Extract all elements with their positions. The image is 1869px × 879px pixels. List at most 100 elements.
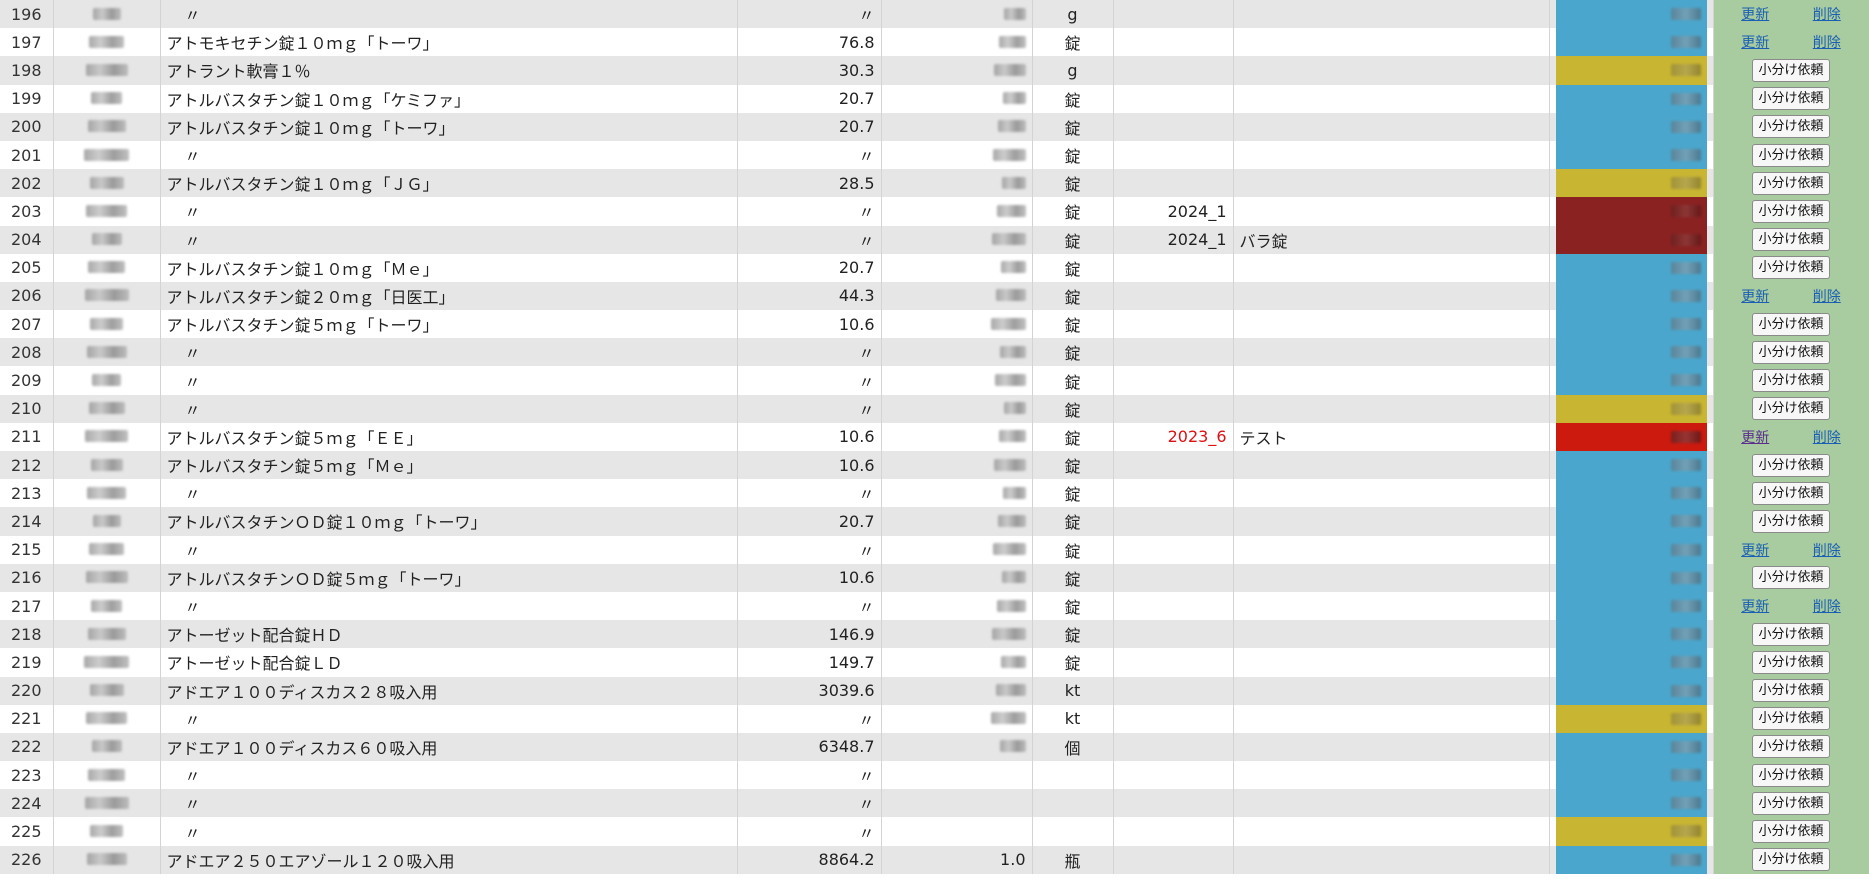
row-number: 215 [0,535,54,564]
delete-link[interactable]: 削除 [1813,286,1841,306]
redacted-code [91,599,122,612]
expiry-date [1113,140,1234,170]
action-cell: 小分け依頼 [1713,761,1869,790]
row-number: 217 [0,591,54,621]
split-request-button[interactable]: 小分け依頼 [1752,199,1830,223]
unit: 錠 [1032,338,1114,367]
action-cell: 小分け依頼 [1713,676,1869,705]
split-request-button[interactable]: 小分け依頼 [1752,650,1830,674]
redacted-status-value [1670,797,1701,810]
action-cell: 更新 削除 [1713,281,1869,311]
split-request-button[interactable]: 小分け依頼 [1752,622,1830,646]
delete-link[interactable]: 削除 [1813,32,1841,52]
update-link[interactable]: 更新 [1741,427,1769,447]
split-request-button[interactable]: 小分け依頼 [1752,143,1830,167]
quantity-cell [881,732,1033,762]
split-request-button[interactable]: 小分け依頼 [1752,848,1830,872]
drug-price: 〃 [737,394,882,423]
drug-price: 10.6 [737,451,882,480]
split-request-button[interactable]: 小分け依頼 [1752,340,1830,364]
redacted-quantity [997,514,1026,527]
split-request-button[interactable]: 小分け依頼 [1752,115,1830,139]
delete-link[interactable]: 削除 [1813,540,1841,560]
note [1233,789,1550,818]
split-request-button[interactable]: 小分け依頼 [1752,509,1830,533]
status-badge [1555,84,1707,113]
drug-name: 〃 [160,535,738,564]
update-link[interactable]: 更新 [1741,596,1769,616]
note [1233,817,1550,846]
delete-link[interactable]: 削除 [1813,596,1841,616]
split-request-button[interactable]: 小分け依頼 [1752,312,1830,336]
unit: 錠 [1032,422,1114,451]
table-row: 211 アトルバスタチン錠５ｍｇ「ＥＥ」 10.6 錠 2023_6 テスト 更新 削除 [0,422,1869,451]
unit: 錠 [1032,648,1114,677]
redacted-quantity [991,627,1026,640]
note [1233,28,1550,57]
action-cell: 小分け依頼 [1713,338,1869,367]
code-cell-redacted [53,648,161,677]
split-request-button[interactable]: 小分け依頼 [1752,369,1830,393]
status-cell [1549,394,1714,423]
unit: 瓶 [1032,845,1114,874]
unit [1032,789,1114,818]
table-row: 215 〃〃 錠 更新 削除 [0,535,1869,564]
split-request-button[interactable]: 小分け依頼 [1752,735,1830,759]
drug-price: 3039.6 [737,676,882,705]
split-request-button[interactable]: 小分け依頼 [1752,256,1830,280]
status-badge [1555,281,1707,311]
action-cell: 小分け依頼 [1713,507,1869,536]
action-cell: 小分け依頼 [1713,366,1869,395]
quantity-cell [881,761,1033,790]
drug-name: 〃 [160,338,738,367]
status-badge [1555,0,1707,29]
note [1233,84,1550,113]
action-cell: 更新 削除 [1713,591,1869,621]
delete-link[interactable]: 削除 [1813,427,1841,447]
split-request-button[interactable]: 小分け依頼 [1752,87,1830,111]
table-row: 210 〃〃 錠 小分け依頼 [0,394,1869,423]
split-request-button[interactable]: 小分け依頼 [1752,707,1830,731]
quantity-cell [881,169,1033,198]
redacted-code [85,571,128,584]
split-request-button[interactable]: 小分け依頼 [1752,820,1830,844]
row-number: 222 [0,732,54,762]
update-link[interactable]: 更新 [1741,32,1769,52]
update-link[interactable]: 更新 [1741,4,1769,24]
drug-name: アトルバスタチン錠５ｍｇ「ＥＥ」 [160,422,738,451]
redacted-quantity [998,430,1026,443]
split-request-button[interactable]: 小分け依頼 [1752,763,1830,787]
split-request-button[interactable]: 小分け依頼 [1752,171,1830,195]
status-cell [1549,112,1714,141]
note [1233,451,1550,480]
redacted-quantity [992,543,1026,556]
action-cell: 更新 削除 [1713,0,1869,29]
delete-link[interactable]: 削除 [1813,4,1841,24]
quantity-cell [881,535,1033,564]
status-badge [1555,169,1707,198]
split-request-button[interactable]: 小分け依頼 [1752,679,1830,703]
note [1233,704,1550,733]
split-request-button[interactable]: 小分け依頼 [1752,453,1830,477]
split-request-button[interactable]: 小分け依頼 [1752,397,1830,421]
quantity-cell [881,422,1033,451]
action-cell: 小分け依頼 [1713,112,1869,141]
split-request-button[interactable]: 小分け依頼 [1752,791,1830,815]
table-row: 224 〃〃 小分け依頼 [0,789,1869,818]
table-row: 196 〃〃 g 更新 削除 [0,0,1869,29]
table-row: 203 〃〃 錠 2024_1 小分け依頼 [0,197,1869,226]
redacted-quantity [999,345,1026,358]
split-request-button[interactable]: 小分け依頼 [1752,58,1830,82]
action-cell: 小分け依頼 [1713,789,1869,818]
expiry-date [1113,253,1234,282]
drug-price: 28.5 [737,169,882,198]
split-request-button[interactable]: 小分け依頼 [1752,566,1830,590]
update-link[interactable]: 更新 [1741,540,1769,560]
split-request-button[interactable]: 小分け依頼 [1752,228,1830,252]
update-link[interactable]: 更新 [1741,286,1769,306]
expiry-date: 2024_1 [1113,225,1234,254]
redacted-quantity [991,233,1026,246]
quantity-cell [881,789,1033,818]
split-request-button[interactable]: 小分け依頼 [1752,481,1830,505]
code-cell-redacted [53,281,161,311]
